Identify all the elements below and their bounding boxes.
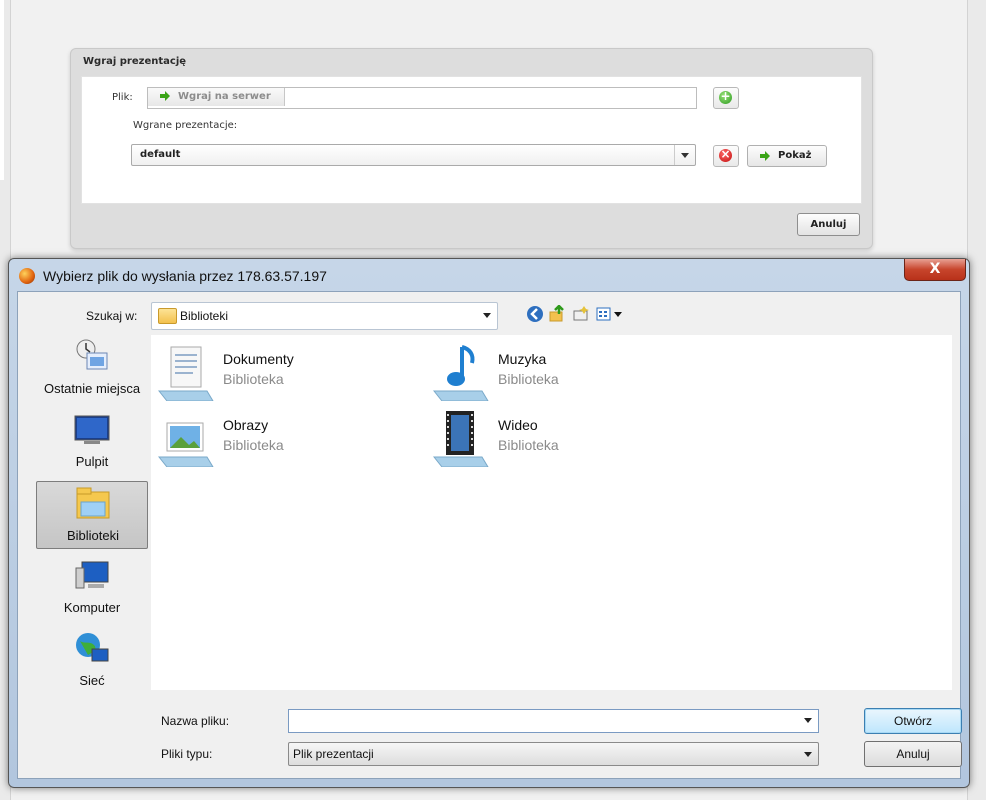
list-item-pictures[interactable]: Obrazy Biblioteka [151,409,381,469]
computer-icon [75,561,109,589]
look-in-select[interactable]: Biblioteki [151,302,498,330]
dialog-client: Szukaj w: Biblioteki Ostatnie miejsca Pu… [17,291,962,779]
arrow-right-icon [760,151,770,161]
add-button[interactable]: + [713,87,739,109]
place-label: Ostatnie miejsca [43,381,141,396]
place-label: Komputer [63,600,121,615]
plus-glyph: + [720,89,731,103]
libraries-icon [76,487,110,519]
item-type: Biblioteka [498,437,559,453]
delete-button[interactable]: × [713,145,739,167]
list-item-documents[interactable]: Dokumenty Biblioteka [151,343,381,403]
recent-places-icon [76,339,108,370]
cancel-button[interactable]: Anuluj [864,741,962,767]
look-in-label: Szukaj w: [86,309,138,323]
item-type: Biblioteka [223,371,284,387]
file-list: Dokumenty Biblioteka Muzyka Biblioteka O… [151,335,952,690]
place-label: Biblioteki [66,528,120,543]
upload-button-label: Wgraj na serwer [178,91,271,102]
uploaded-presentations-label: Wgrane prezentacje: [133,120,238,131]
show-button[interactable]: Pokaż [747,145,827,167]
open-button[interactable]: Otwórz [864,708,962,734]
look-in-value: Biblioteki [180,309,229,323]
chevron-down-icon [483,313,491,318]
place-label: Pulpit [75,454,109,469]
plus-icon: + [719,89,732,104]
new-folder-icon[interactable] [572,305,590,323]
delete-glyph: × [720,147,731,161]
filetype-select[interactable]: Plik prezentacji [288,742,819,766]
chevron-down-icon [674,145,695,165]
place-recent[interactable]: Ostatnie miejsca [36,335,148,403]
list-item-video[interactable]: Wideo Biblioteka [426,409,656,469]
upload-presentation-panel: Wgraj prezentację Plik: Wgraj na serwer … [70,48,873,249]
folder-icon [158,308,177,324]
item-name: Dokumenty [223,351,294,367]
view-menu-icon[interactable] [596,305,624,323]
firefox-icon [19,268,35,284]
pictures-library-icon [157,422,214,467]
video-library-icon [432,411,489,467]
desktop-icon [74,415,110,444]
file-open-dialog: Wybierz plik do wysłania przez 178.63.57… [8,258,970,788]
arrow-right-icon [160,91,170,101]
upload-to-server-button[interactable]: Wgraj na serwer [148,88,285,106]
chevron-down-icon [804,752,812,757]
chevron-down-icon[interactable] [804,718,812,723]
item-type: Biblioteka [223,437,284,453]
place-network[interactable]: Sieć [36,627,148,695]
left-strip [0,0,4,180]
documents-library-icon [157,346,214,401]
filename-label: Nazwa pliku: [161,714,230,728]
web-cancel-button[interactable]: Anuluj [797,213,860,236]
item-name: Wideo [498,417,538,433]
presentation-select-value: default [140,149,181,160]
network-icon [76,633,109,662]
place-computer[interactable]: Komputer [36,554,148,622]
item-type: Biblioteka [498,371,559,387]
up-folder-icon[interactable] [548,305,566,323]
place-libraries[interactable]: Biblioteki [36,481,148,549]
dialog-title: Wybierz plik do wysłania przez 178.63.57… [43,268,327,284]
back-icon[interactable] [526,305,544,323]
delete-icon: × [719,147,732,162]
file-label: Plik: [112,92,133,103]
list-item-music[interactable]: Muzyka Biblioteka [426,343,656,403]
item-name: Obrazy [223,417,269,433]
place-label: Sieć [79,673,105,688]
music-library-icon [432,345,489,401]
filetype-value: Plik prezentacji [293,747,374,761]
place-desktop[interactable]: Pulpit [36,408,148,476]
item-name: Muzyka [498,351,547,367]
filename-input[interactable] [288,709,819,733]
filetype-label: Pliki typu: [161,747,213,761]
presentation-select[interactable]: default [131,144,696,166]
panel-title: Wgraj prezentację [83,56,187,67]
close-button[interactable]: X [904,259,966,281]
show-button-label: Pokaż [778,150,812,161]
places-bar: Ostatnie miejsca Pulpit Biblioteki Kompu… [26,335,148,690]
